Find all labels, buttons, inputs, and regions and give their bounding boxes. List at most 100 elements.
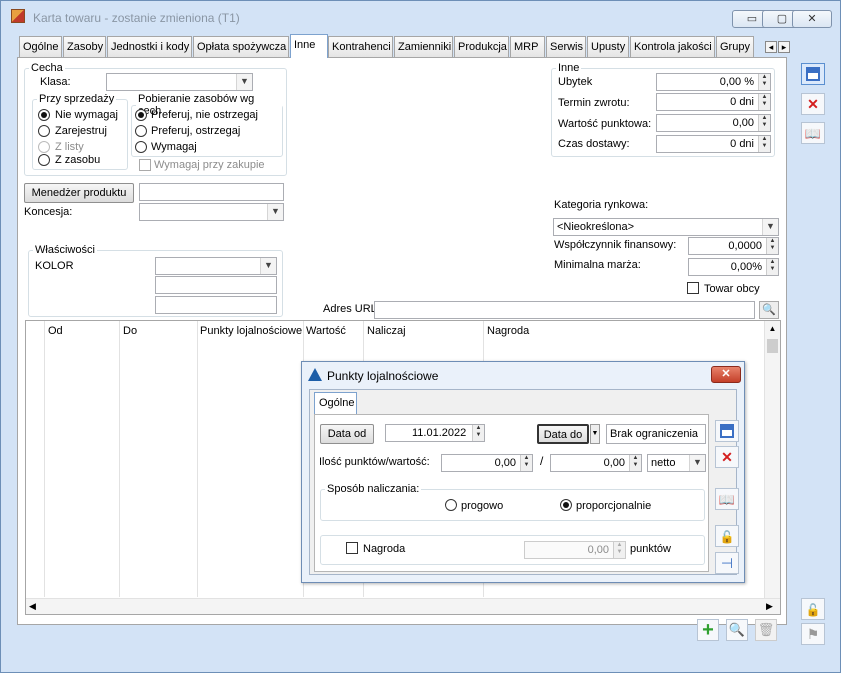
towar-obcy-label: Towar obcy bbox=[704, 283, 760, 295]
scroll-left-icon[interactable]: ◀ bbox=[29, 601, 36, 612]
window-title: Karta towaru - zostanie zmieniona (T1) bbox=[33, 11, 240, 25]
magnifier-icon: 🔍 bbox=[728, 622, 746, 637]
spinner-icon[interactable]: ▲ ▼ bbox=[629, 455, 641, 471]
spinner-icon[interactable]: ▲ ▼ bbox=[758, 94, 770, 110]
termin-zwrotu-field[interactable]: 0 dni ▲ ▼ bbox=[656, 93, 771, 111]
spinner-icon[interactable]: ▲ ▼ bbox=[758, 115, 770, 131]
radio-progowo[interactable] bbox=[445, 499, 457, 511]
tab-kontrola[interactable]: Kontrola jakości bbox=[630, 36, 715, 57]
towar-obcy-checkbox[interactable] bbox=[687, 282, 699, 294]
tab-scroll-left-button[interactable]: ◂ bbox=[765, 41, 777, 53]
lock-icon: 🔓 bbox=[719, 530, 735, 544]
dialog-help-button[interactable]: 📖 bbox=[715, 488, 739, 510]
dialog-close-button[interactable]: ✕ bbox=[711, 366, 741, 383]
scroll-thumb[interactable] bbox=[767, 339, 778, 353]
radio-preferuj-ostrzegaj-label: Preferuj, ostrzegaj bbox=[151, 125, 241, 137]
sposob-naliczania-legend: Sposób naliczania: bbox=[327, 483, 420, 495]
ubytek-field[interactable]: 0,00 % ▲ ▼ bbox=[656, 73, 771, 91]
grid-vertical-scrollbar[interactable]: ▲ bbox=[764, 321, 780, 598]
netto-combo[interactable]: netto ▼ bbox=[647, 454, 706, 472]
cancel-button[interactable]: ✕ bbox=[801, 93, 825, 115]
tab-mrp[interactable]: MRP bbox=[510, 36, 545, 57]
spinner-icon[interactable]: ▲ ▼ bbox=[766, 259, 778, 275]
grid-header-nagroda[interactable]: Nagroda bbox=[487, 325, 529, 337]
czas-dostawy-field[interactable]: 0 dni ▲ ▼ bbox=[656, 135, 771, 153]
kolor-field-3[interactable] bbox=[155, 296, 277, 314]
spinner-icon[interactable]: ▲ ▼ bbox=[766, 238, 778, 254]
data-od-button[interactable]: Data od bbox=[320, 424, 374, 444]
spinner-icon[interactable]: ▲ ▼ bbox=[758, 74, 770, 90]
ilosc-field-2[interactable]: 0,00 ▲ ▼ bbox=[550, 454, 642, 472]
data-do-field[interactable]: Brak ograniczenia bbox=[606, 424, 706, 444]
dialog-save-button[interactable] bbox=[715, 420, 739, 442]
radio-zarejestruj[interactable] bbox=[38, 125, 50, 137]
help-button[interactable]: 📖 bbox=[801, 122, 825, 144]
tab-inne[interactable]: Inne bbox=[290, 34, 328, 58]
close-window-button[interactable]: ✕ bbox=[792, 10, 832, 28]
nagroda-checkbox[interactable] bbox=[346, 542, 358, 554]
wlasciwosci-legend: Właściwości bbox=[35, 244, 95, 256]
pin-icon: ⊣ bbox=[720, 555, 734, 571]
minimalna-marza-field[interactable]: 0,00% ▲ ▼ bbox=[688, 258, 779, 276]
radio-wymagaj[interactable] bbox=[135, 141, 147, 153]
tab-scroll-right-button[interactable]: ▸ bbox=[778, 41, 790, 53]
wymagaj-przy-zakupie-checkbox bbox=[139, 159, 151, 171]
spinner-icon[interactable]: ▲ ▼ bbox=[758, 136, 770, 152]
open-url-button[interactable]: 🔍 bbox=[759, 301, 779, 319]
tab-produkcja[interactable]: Produkcja bbox=[454, 36, 509, 57]
loyalty-points-dialog: Punkty lojalnościowe ✕ Ogólne Data od 11… bbox=[301, 361, 745, 583]
radio-z-listy bbox=[38, 141, 50, 153]
tab-zamienniki[interactable]: Zamienniki bbox=[394, 36, 453, 57]
dialog-logo-icon bbox=[308, 368, 322, 381]
radio-z-zasobu-label: Z zasobu bbox=[55, 154, 101, 166]
scroll-up-icon[interactable]: ▲ bbox=[765, 321, 780, 337]
kolor-field-2[interactable] bbox=[155, 276, 277, 294]
floppy-disk-icon bbox=[720, 424, 734, 438]
spinner-icon[interactable]: ▲ ▼ bbox=[472, 425, 484, 441]
radio-proporcjonalnie[interactable] bbox=[560, 499, 572, 511]
wspolczynnik-field[interactable]: 0,0000 ▲ ▼ bbox=[688, 237, 779, 255]
grid-header-od[interactable]: Od bbox=[48, 325, 63, 337]
radio-z-zasobu[interactable] bbox=[38, 154, 50, 166]
kolor-combo[interactable]: ▼ bbox=[155, 257, 277, 275]
menedzer-produktu-field[interactable] bbox=[139, 183, 284, 201]
radio-nie-wymagaj[interactable] bbox=[38, 109, 50, 121]
dialog-title: Punkty lojalnościowe bbox=[327, 369, 439, 383]
view-button[interactable]: 🔍 bbox=[726, 619, 748, 641]
save-button[interactable] bbox=[801, 63, 825, 85]
data-do-dropdown-button[interactable]: ▼ bbox=[590, 424, 600, 444]
dialog-tab-ogolne[interactable]: Ogólne bbox=[314, 392, 357, 414]
dialog-pin-button[interactable]: ⊣ bbox=[715, 552, 739, 574]
tab-oplata[interactable]: Opłata spożywcza bbox=[193, 36, 289, 57]
tab-zasoby[interactable]: Zasoby bbox=[63, 36, 106, 57]
grid-header-wartosc[interactable]: Wartość bbox=[306, 325, 346, 337]
data-od-field[interactable]: 11.01.2022 ▲ ▼ bbox=[385, 424, 485, 442]
data-do-button[interactable]: Data do bbox=[537, 424, 589, 444]
grid-header-punkty[interactable]: Punkty lojalnościowe bbox=[200, 325, 302, 337]
radio-preferuj-nie-ostrzegaj[interactable] bbox=[135, 109, 147, 121]
menedzer-produktu-button[interactable]: Menedżer produktu bbox=[24, 183, 134, 203]
grid-header-do[interactable]: Do bbox=[123, 325, 137, 337]
radio-preferuj-nie-ostrzegaj-label: Preferuj, nie ostrzegaj bbox=[151, 109, 258, 121]
ilosc-field-1[interactable]: 0,00 ▲ ▼ bbox=[441, 454, 533, 472]
radio-preferuj-ostrzegaj[interactable] bbox=[135, 125, 147, 137]
klasa-combo[interactable]: ▼ bbox=[106, 73, 253, 91]
add-button[interactable]: + bbox=[697, 619, 719, 641]
dialog-cancel-button[interactable]: ✕ bbox=[715, 446, 739, 468]
scroll-right-icon[interactable]: ▶ bbox=[766, 601, 773, 612]
tab-serwis[interactable]: Serwis bbox=[546, 36, 586, 57]
kategoria-combo[interactable]: <Nieokreślona> ▼ bbox=[553, 218, 779, 236]
wartosc-punktowa-field[interactable]: 0,00 ▲ ▼ bbox=[656, 114, 771, 132]
spinner-icon[interactable]: ▲ ▼ bbox=[520, 455, 532, 471]
tab-upusty[interactable]: Upusty bbox=[587, 36, 629, 57]
tab-jednostki[interactable]: Jednostki i kody bbox=[107, 36, 192, 57]
trash-icon: 🗑 bbox=[757, 622, 775, 637]
grid-header-naliczaj[interactable]: Naliczaj bbox=[367, 325, 406, 337]
tab-grupy[interactable]: Grupy bbox=[716, 36, 754, 57]
adres-url-field[interactable] bbox=[374, 301, 755, 319]
kolor-label: KOLOR bbox=[35, 260, 74, 272]
koncesja-combo[interactable]: ▼ bbox=[139, 203, 284, 221]
grid-horizontal-scrollbar[interactable]: ◀ ▶ bbox=[26, 598, 780, 614]
tab-kontrahenci[interactable]: Kontrahenci bbox=[328, 36, 393, 57]
tab-ogolne[interactable]: Ogólne bbox=[19, 36, 62, 57]
